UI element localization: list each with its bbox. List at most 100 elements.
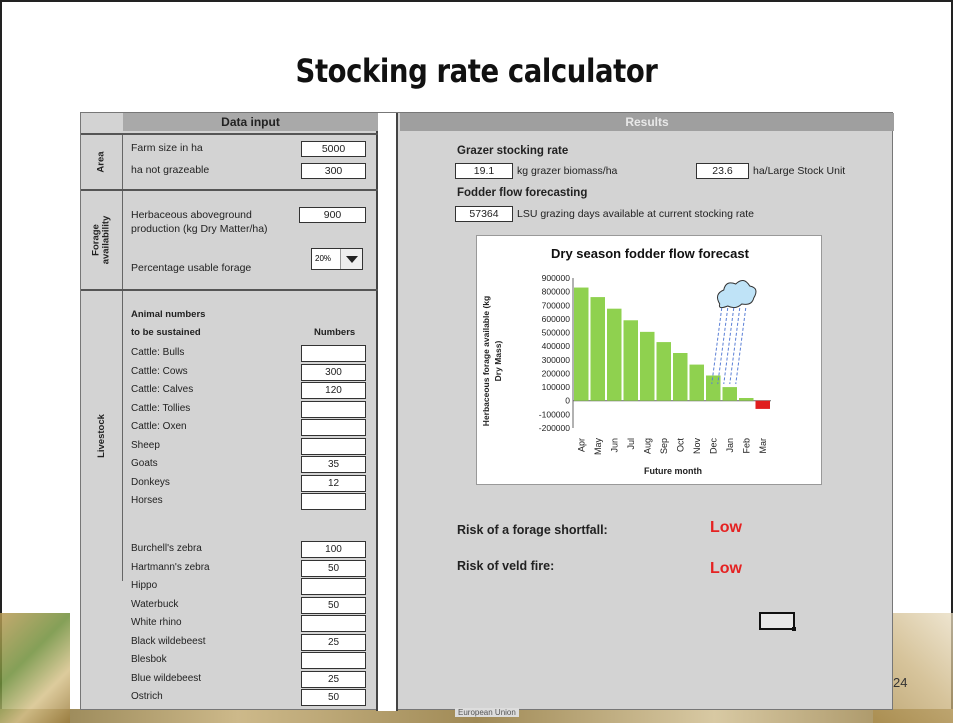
wildlife-number-input[interactable] bbox=[301, 578, 366, 595]
y-tick-label: 0 bbox=[565, 396, 570, 406]
y-tick-label: 500000 bbox=[542, 328, 571, 338]
wildlife-name: Hartmann's zebra bbox=[131, 561, 210, 573]
wildlife-name: Waterbuck bbox=[131, 598, 179, 610]
x-tick-label: Jun bbox=[609, 438, 619, 453]
animal-numbers-heading-2: to be sustained bbox=[131, 327, 201, 338]
wildlife-number-input[interactable]: 100 bbox=[301, 541, 366, 558]
print-button[interactable] bbox=[759, 612, 796, 631]
fodder-title: Fodder flow forecasting bbox=[457, 187, 588, 199]
biomass-label: kg grazer biomass/ha bbox=[517, 165, 618, 177]
animal-number-input[interactable] bbox=[301, 419, 366, 436]
rain-cloud-icon bbox=[717, 280, 757, 309]
wildlife-name: White rhino bbox=[131, 617, 182, 628]
animal-name: Horses bbox=[131, 495, 163, 506]
animal-name: Sheep bbox=[131, 439, 160, 451]
wildlife-number-input[interactable]: 50 bbox=[301, 689, 366, 706]
y-axis-label-line2: Dry Mass) bbox=[493, 341, 503, 382]
rain-line bbox=[723, 307, 735, 385]
animal-number-input[interactable]: 120 bbox=[301, 382, 366, 399]
animal-name: Donkeys bbox=[131, 476, 170, 488]
x-tick-label: Dec bbox=[708, 438, 718, 455]
wildlife-number-input[interactable]: 25 bbox=[301, 670, 366, 688]
bar-jun bbox=[607, 308, 622, 401]
wildlife-number-input[interactable] bbox=[301, 615, 366, 632]
chevron-down-icon[interactable] bbox=[340, 249, 362, 269]
production-input[interactable]: 900 bbox=[299, 207, 366, 223]
x-tick-label: Nov bbox=[692, 438, 702, 455]
y-tick-label: 300000 bbox=[542, 355, 571, 365]
page-title: Stocking rate calculator bbox=[295, 52, 658, 90]
farm-size-input[interactable]: 5000 bbox=[301, 141, 366, 157]
rain-line bbox=[711, 307, 723, 385]
bar-feb bbox=[739, 398, 754, 401]
animal-name: Cattle: Oxen bbox=[131, 421, 187, 432]
y-tick-label: 400000 bbox=[542, 341, 571, 351]
results-panel: Results Grazer stocking rate 19.1 kg gra… bbox=[400, 113, 894, 711]
y-tick-label: -200000 bbox=[539, 423, 570, 433]
wildlife-name: Black wildebeest bbox=[131, 635, 206, 647]
bar-oct bbox=[673, 353, 688, 401]
rain-line bbox=[729, 307, 741, 385]
animal-number-input[interactable]: 300 bbox=[301, 363, 366, 381]
rain-line bbox=[735, 307, 747, 385]
not-grazeable-input[interactable]: 300 bbox=[301, 163, 366, 179]
corner-texture-left bbox=[0, 613, 70, 723]
animal-number-input[interactable] bbox=[301, 345, 366, 362]
y-tick-label: 200000 bbox=[542, 368, 571, 378]
animal-number-input[interactable]: 35 bbox=[301, 456, 366, 473]
grazing-days-label: LSU grazing days available at current st… bbox=[517, 208, 754, 220]
production-label-line2: production (kg Dry Matter/ha) bbox=[131, 223, 268, 235]
forage-section-label: Forage availability bbox=[81, 191, 123, 289]
wildlife-name: Blue wildebeest bbox=[131, 672, 202, 684]
x-tick-label: Mar bbox=[758, 438, 768, 454]
animal-name: Cattle: Cows bbox=[131, 365, 188, 377]
wildlife-number-input[interactable] bbox=[301, 652, 366, 669]
forage-risk-value: Low bbox=[710, 519, 742, 536]
biomass-value: 19.1 bbox=[455, 163, 513, 179]
results-header: Results bbox=[400, 113, 894, 131]
bar-mar bbox=[755, 400, 770, 409]
area-section: Area Farm size in ha 5000 ha not grazeab… bbox=[81, 133, 378, 189]
fodder-flow-chart: Dry season fodder flow forecast 900000 800… bbox=[476, 235, 822, 485]
data-input-panel: Data input Area Farm size in ha 5000 ha … bbox=[81, 113, 378, 711]
livestock-section-label: Livestock bbox=[81, 291, 123, 581]
animal-number-input[interactable]: 12 bbox=[301, 474, 366, 492]
wildlife-name: Burchell's zebra bbox=[131, 543, 202, 554]
not-grazeable-label: ha not grazeable bbox=[131, 164, 210, 176]
wildlife-name: Hippo bbox=[131, 580, 158, 591]
x-tick-label: Sep bbox=[659, 438, 669, 454]
x-axis-label: Future month bbox=[644, 466, 702, 476]
y-tick-label: 900000 bbox=[542, 273, 571, 283]
eu-logo-text: European Union bbox=[455, 708, 519, 717]
wildlife-number-input[interactable]: 50 bbox=[301, 559, 366, 577]
animal-number-input[interactable] bbox=[301, 437, 366, 455]
wildlife-number-input[interactable]: 50 bbox=[301, 596, 366, 614]
bar-aug bbox=[640, 331, 655, 401]
area-section-label: Area bbox=[81, 135, 123, 189]
spreadsheet: Data input Area Farm size in ha 5000 ha … bbox=[80, 112, 894, 711]
forage-section: Forage availability Herbaceous abovegroun… bbox=[81, 189, 378, 289]
forage-risk-label: Risk of a forage shortfall: bbox=[457, 523, 608, 537]
animal-numbers-heading-1: Animal numbers bbox=[131, 309, 206, 320]
bar-may bbox=[590, 297, 605, 401]
data-input-header: Data input bbox=[123, 113, 378, 131]
animal-number-input[interactable] bbox=[301, 400, 366, 418]
animal-name: Cattle: Calves bbox=[131, 384, 194, 395]
bar-apr bbox=[574, 287, 589, 401]
livestock-section: Livestock Animal numbers to be sustained… bbox=[81, 289, 378, 711]
rain-line bbox=[717, 307, 729, 385]
grazing-days-value: 57364 bbox=[455, 206, 513, 222]
x-tick-label: Oct bbox=[675, 438, 685, 453]
y-tick-label: 600000 bbox=[542, 314, 571, 324]
animal-number-input[interactable] bbox=[301, 493, 366, 510]
x-tick-label: Jul bbox=[626, 438, 636, 450]
chart-svg: Dry season fodder flow forecast 900000 800… bbox=[481, 246, 771, 476]
wildlife-number-input[interactable]: 25 bbox=[301, 633, 366, 651]
y-axis-label-line1: Herbaceous forage available (kg bbox=[481, 296, 491, 426]
panel-separator bbox=[378, 113, 398, 711]
y-tick-label: 800000 bbox=[542, 287, 571, 297]
animal-name: Cattle: Bulls bbox=[131, 347, 185, 358]
animal-name: Goats bbox=[131, 458, 158, 469]
fire-risk-value: Low bbox=[710, 560, 742, 577]
usable-forage-select[interactable]: 20% bbox=[311, 248, 363, 270]
